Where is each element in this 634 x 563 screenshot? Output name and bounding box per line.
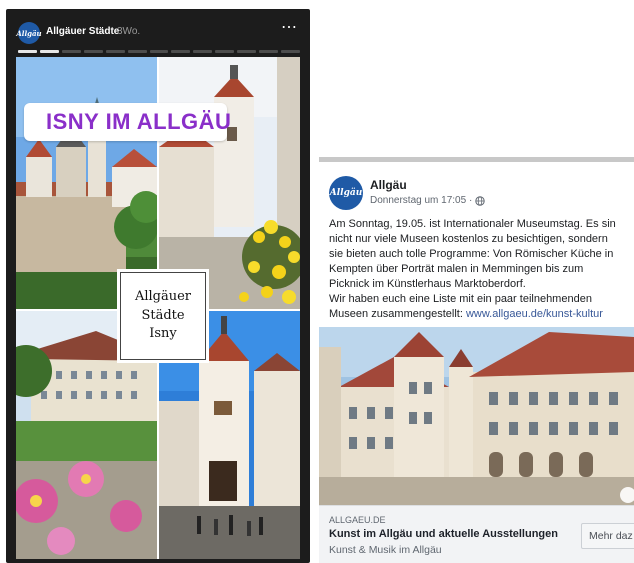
post-text-line: Am Sonntag, 19.05. ist Internationaler M…: [329, 218, 616, 230]
post-text-line: nicht nur viele Museen kostenlos zu besi…: [329, 233, 608, 245]
story-progress-segment: [259, 50, 279, 53]
story-progress-bar: [18, 50, 300, 53]
post-meta: Donnerstag um 17:05 ·: [370, 195, 485, 206]
story-progress-segment: [127, 50, 147, 53]
link-preview-card[interactable]: ALLGAEU.DE Kunst im Allgäu und aktuelle …: [319, 505, 634, 563]
story-progress-segment: [149, 50, 169, 53]
story-progress-segment: [61, 50, 81, 53]
post-text-line: Wir haben euch eine Liste mit ein paar t…: [329, 293, 592, 305]
story-account-name[interactable]: Allgäuer Städte: [46, 26, 119, 37]
story-viewer: Allgäu Allgäuer Städte 3Wo. ⋯ ISNY IM AL…: [6, 9, 310, 563]
link-title[interactable]: Kunst im Allgäu und aktuelle Ausstellung…: [329, 528, 558, 540]
post-text-line: sie bieten auch tolle Programme: Von Röm…: [329, 248, 614, 260]
link-domain: ALLGAEU.DE: [329, 515, 386, 525]
story-progress-segment: [39, 50, 59, 53]
post-text: Am Sonntag, 19.05. ist Internationaler M…: [329, 217, 634, 322]
story-timestamp: 3Wo.: [117, 26, 141, 37]
learn-more-button[interactable]: Mehr daz: [581, 523, 634, 549]
globe-icon: [475, 195, 485, 206]
caption-line: Städte: [141, 307, 185, 323]
page-name[interactable]: Allgäu: [370, 178, 407, 192]
story-progress-segment: [281, 50, 300, 53]
story-progress-segment: [18, 50, 37, 53]
location-sticker-text: ISNY IM ALLGÄU: [46, 109, 232, 134]
page-avatar[interactable]: Allgäu: [329, 176, 363, 210]
story-avatar[interactable]: Allgäu: [16, 22, 42, 44]
story-progress-segment: [215, 50, 235, 53]
story-caption-box: Allgäuer Städte Isny: [117, 269, 209, 363]
post-text-line: Museen zusammengestellt: www.allgaeu.de/…: [329, 307, 634, 322]
link-description: Kunst & Musik im Allgäu: [329, 544, 442, 556]
post-text-segment: Museen zusammengestellt:: [329, 308, 466, 320]
post-photo-castle[interactable]: [319, 327, 634, 505]
post-text-line: Picknick im Künstlerhaus Marktoberdorf.: [329, 278, 526, 290]
caption-line: Isny: [149, 326, 177, 342]
more-horizontal-icon[interactable]: ⋯: [281, 20, 298, 36]
story-progress-segment: [193, 50, 213, 53]
post-inline-link[interactable]: www.allgaeu.de/kunst-kultur: [466, 308, 603, 320]
story-progress-segment: [105, 50, 125, 53]
facebook-post: Allgäu Allgäu Donnerstag um 17:05 · Am S…: [319, 157, 634, 563]
story-header: Allgäu Allgäuer Städte 3Wo. ⋯: [6, 9, 310, 57]
caption-line: Allgäuer: [134, 288, 192, 304]
story-progress-segment: [171, 50, 191, 53]
story-progress-segment: [237, 50, 257, 53]
post-timestamp[interactable]: Donnerstag um 17:05 ·: [370, 195, 472, 206]
story-progress-segment: [83, 50, 103, 53]
post-text-line: Kempten über Porträt malen in Memmingen …: [329, 263, 584, 275]
location-sticker[interactable]: ISNY IM ALLGÄU: [24, 103, 231, 141]
